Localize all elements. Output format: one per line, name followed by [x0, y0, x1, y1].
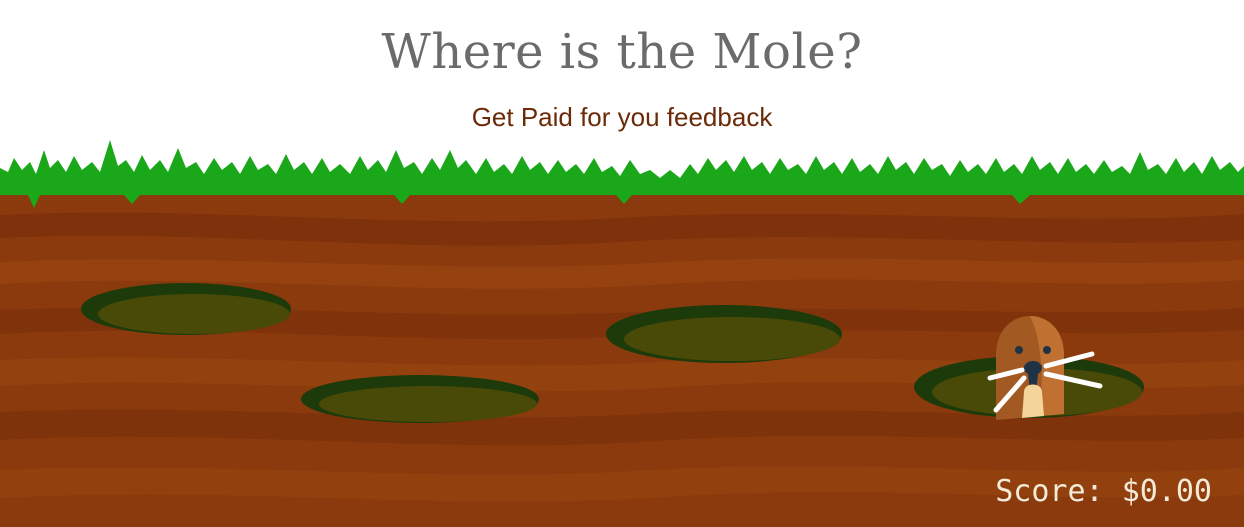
score-value: $0.00 — [1121, 474, 1212, 509]
mole-hole-1[interactable] — [81, 283, 291, 335]
score-label: Score: — [995, 474, 1104, 509]
score-display: Score: $0.00 — [995, 472, 1212, 512]
game-title: Where is the Mole? — [381, 24, 863, 80]
mole-hole-2[interactable] — [606, 305, 842, 363]
game-board: Where is the Mole? Get Paid for you feed… — [0, 0, 1244, 527]
game-subtitle: Get Paid for you feedback — [471, 102, 773, 132]
mole-hole-3[interactable] — [301, 375, 539, 423]
